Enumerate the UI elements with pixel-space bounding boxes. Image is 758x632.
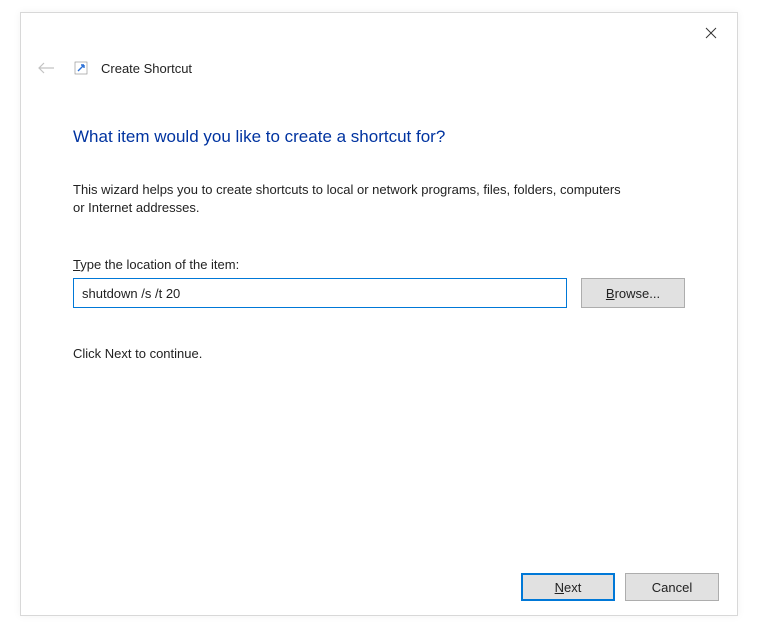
wizard-description: This wizard helps you to create shortcut… — [73, 181, 633, 217]
next-button[interactable]: Next — [521, 573, 615, 601]
back-button[interactable] — [35, 57, 57, 79]
browse-button[interactable]: Browse... — [581, 278, 685, 308]
titlebar — [21, 13, 737, 47]
close-button[interactable] — [695, 21, 727, 45]
location-row: Browse... — [73, 278, 685, 308]
shortcut-icon — [73, 60, 89, 76]
footer: Next Cancel — [21, 559, 737, 615]
content-area: What item would you like to create a sho… — [21, 83, 737, 361]
location-input[interactable] — [73, 278, 567, 308]
continue-note: Click Next to continue. — [73, 346, 685, 361]
cancel-button[interactable]: Cancel — [625, 573, 719, 601]
page-heading: What item would you like to create a sho… — [73, 127, 685, 147]
close-icon — [705, 27, 717, 39]
location-label: Type the location of the item: — [73, 257, 685, 272]
create-shortcut-dialog: Create Shortcut What item would you like… — [20, 12, 738, 616]
back-arrow-icon — [37, 61, 55, 75]
dialog-title: Create Shortcut — [101, 61, 192, 76]
header-row: Create Shortcut — [21, 47, 737, 83]
